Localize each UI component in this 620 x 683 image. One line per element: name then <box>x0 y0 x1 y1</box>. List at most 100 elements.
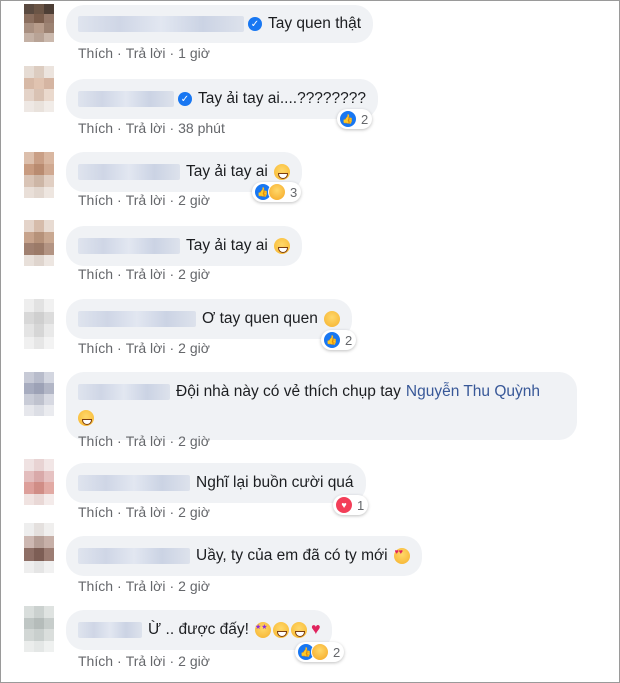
laughing-emoji-icon <box>272 622 289 638</box>
reply-link[interactable]: Trả lời <box>126 45 166 61</box>
separator: · <box>117 340 122 356</box>
like-link[interactable]: Thích <box>78 433 113 449</box>
like-link[interactable]: Thích <box>78 266 113 282</box>
avatar[interactable] <box>24 299 54 349</box>
comment-bubble: Ơ tay quen quen <box>66 299 352 339</box>
comment-time[interactable]: 2 giờ <box>178 433 210 449</box>
commenter-name[interactable] <box>78 622 148 638</box>
comment-text: Ừ .. được đấy! <box>148 621 249 638</box>
commenter-name[interactable] <box>78 384 176 400</box>
comments-panel: ✓ Tay quen thật Thích · Trả lời · 1 giờ ✓ Ta… <box>0 0 620 683</box>
comment-text: Tay ải tay ai....???????? <box>198 90 367 107</box>
thinking-emoji-icon <box>323 311 340 327</box>
commenter-name[interactable] <box>78 16 250 32</box>
comment-bubble: Ừ .. được đấy! ♥ <box>66 610 333 650</box>
like-link[interactable]: Thích <box>78 504 113 520</box>
comment-actions: Thích · Trả lời · 2 giờ <box>78 192 210 208</box>
reaction-summary[interactable]: 👍 2 <box>337 109 373 129</box>
avatar[interactable] <box>24 220 54 266</box>
avatar[interactable] <box>24 66 54 112</box>
like-link[interactable]: Thích <box>78 578 113 594</box>
comment-text: Nghĩ lại buồn cười quá <box>196 474 354 491</box>
separator: · <box>117 433 122 449</box>
avatar[interactable] <box>24 459 54 505</box>
separator: · <box>169 266 175 282</box>
avatar[interactable] <box>24 523 54 573</box>
comment-time[interactable]: 38 phút <box>178 120 225 136</box>
separator: · <box>117 653 122 669</box>
reaction-summary[interactable]: 👍 3 <box>252 182 302 202</box>
avatar[interactable] <box>24 4 54 42</box>
comment-actions: Thích · Trả lời · 1 giờ <box>78 45 210 61</box>
separator: · <box>169 192 175 208</box>
comment-actions: Thích · Trả lời · 2 giờ <box>78 653 210 669</box>
like-link[interactable]: Thích <box>78 120 113 136</box>
heart-eyes-emoji-icon <box>393 548 410 564</box>
comment-text: Tay ải tay ai <box>186 237 268 254</box>
commenter-name[interactable] <box>78 238 186 254</box>
commenter-name[interactable] <box>78 475 196 491</box>
separator: · <box>169 120 175 136</box>
comment-actions: Thích · Trả lời · 2 giờ <box>78 578 210 594</box>
comment-bubble: ✓ Tay quen thật <box>66 5 374 43</box>
reaction-summary[interactable]: 👍 2 <box>295 642 345 662</box>
laughing-emoji-icon <box>273 164 290 180</box>
commenter-name[interactable] <box>78 311 202 327</box>
like-link[interactable]: Thích <box>78 192 113 208</box>
comment-text: Ơ tay quen quen <box>202 310 318 327</box>
mention-link[interactable]: Nguyễn Thu Quỳnh <box>406 383 540 401</box>
haha-reaction-icon <box>268 183 286 201</box>
commenter-name[interactable] <box>78 91 180 107</box>
avatar[interactable] <box>24 606 54 652</box>
separator: · <box>169 433 175 449</box>
heart-emoji-icon: ♥ <box>310 621 321 638</box>
reply-link[interactable]: Trả lời <box>126 653 166 669</box>
like-link[interactable]: Thích <box>78 653 113 669</box>
separator: · <box>117 45 122 61</box>
verified-badge-icon: ✓ <box>178 92 192 106</box>
separator: · <box>117 120 122 136</box>
like-link[interactable]: Thích <box>78 45 113 61</box>
reply-link[interactable]: Trả lời <box>126 578 166 594</box>
reply-link[interactable]: Trả lời <box>126 120 166 136</box>
reaction-count: 1 <box>357 497 365 513</box>
comment-time[interactable]: 2 giờ <box>178 192 210 208</box>
comment-bubble: Tay ải tay ai <box>66 226 302 266</box>
comment-actions: Thích · Trả lời · 2 giờ <box>78 433 210 449</box>
separator: · <box>117 266 122 282</box>
reaction-count: 2 <box>333 644 341 660</box>
comment-time[interactable]: 2 giờ <box>178 266 210 282</box>
commenter-name[interactable] <box>78 164 186 180</box>
comment-time[interactable]: 2 giờ <box>178 578 210 594</box>
comment-text: Đội nhà này có vẻ thích chụp tay <box>176 383 401 400</box>
reply-link[interactable]: Trả lời <box>126 504 166 520</box>
reply-link[interactable]: Trả lời <box>126 266 166 282</box>
commenter-name[interactable] <box>78 548 196 564</box>
reply-link[interactable]: Trả lời <box>126 433 166 449</box>
comment-actions: Thích · Trả lời · 2 giờ <box>78 340 210 356</box>
avatar[interactable] <box>24 372 54 416</box>
comment-time[interactable]: 2 giờ <box>178 504 210 520</box>
avatar[interactable] <box>24 152 54 198</box>
comment-bubble: ✓ Tay ải tay ai....???????? <box>66 79 379 119</box>
comment-actions: Thích · Trả lời · 38 phút <box>78 120 225 136</box>
reaction-count: 2 <box>361 111 369 127</box>
like-link[interactable]: Thích <box>78 340 113 356</box>
like-reaction-icon: 👍 <box>323 331 341 349</box>
comment-time[interactable]: 1 giờ <box>178 45 210 61</box>
comment-time[interactable]: 2 giờ <box>178 653 210 669</box>
like-reaction-icon: 👍 <box>339 110 357 128</box>
separator: · <box>169 504 175 520</box>
reaction-summary[interactable]: 👍 2 <box>321 330 357 350</box>
reaction-summary[interactable]: ♥ 1 <box>333 495 369 515</box>
separator: · <box>169 45 175 61</box>
reply-link[interactable]: Trả lời <box>126 340 166 356</box>
comment-text: Tay ải tay ai <box>186 163 268 180</box>
comment-time[interactable]: 2 giờ <box>178 340 210 356</box>
haha-reaction-icon <box>311 643 329 661</box>
laughing-emoji-icon <box>78 410 94 426</box>
star-struck-emoji-icon <box>254 622 271 638</box>
comment-text: Tay quen thật <box>268 15 362 32</box>
comment-text: Uầy, ty của em đã có ty mới <box>196 547 388 564</box>
reply-link[interactable]: Trả lời <box>126 192 166 208</box>
